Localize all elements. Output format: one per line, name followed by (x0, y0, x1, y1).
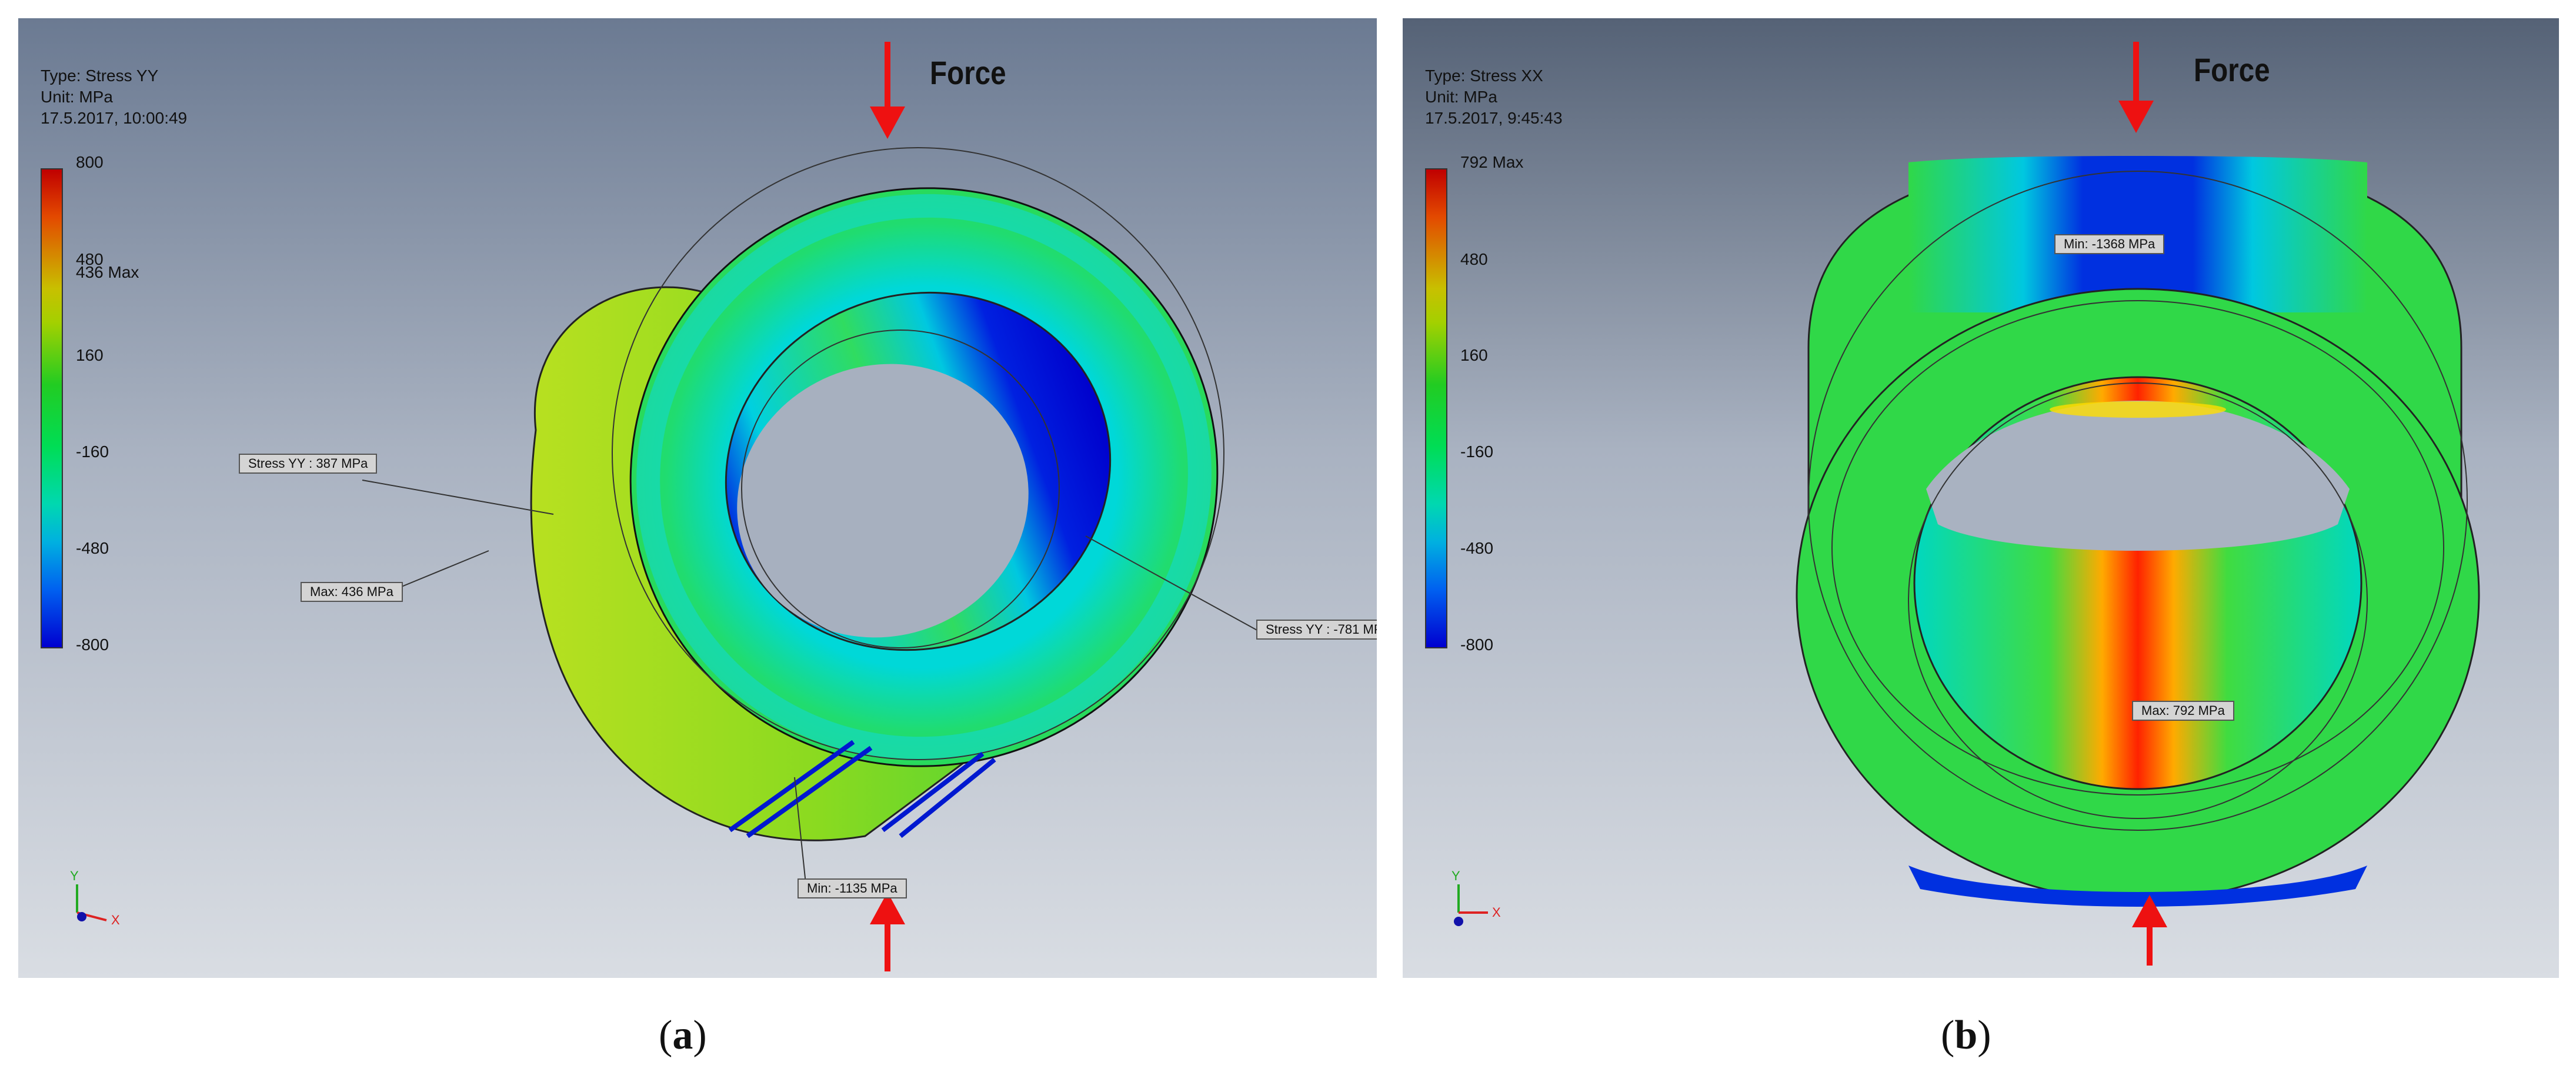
legend-tick: 792 Max (1460, 153, 1524, 171)
legend-tick: -480 (76, 539, 109, 557)
panel-b-viewport[interactable] (1403, 18, 2559, 978)
panel-a: Type: Stress YY Unit: MPa 17.5.2017, 10:… (18, 18, 1377, 978)
legend-tick: 160 (76, 346, 104, 364)
max-callout[interactable]: Max: 792 MPa (2132, 701, 2234, 721)
caption-b: (b) (1941, 1013, 1991, 1058)
legend-tick: -800 (76, 635, 109, 654)
min-callout[interactable]: Min: -1368 MPa (2054, 234, 2165, 254)
legend-tick: 160 (1460, 346, 1488, 364)
result-timestamp: 17.5.2017, 10:00:49 (41, 109, 188, 127)
probe-callout[interactable]: Stress YY : 387 MPa (239, 454, 378, 474)
result-timestamp: 17.5.2017, 9:45:43 (1425, 109, 1563, 127)
legend-tick: -800 (1460, 635, 1494, 654)
color-legend-b: 792 Max 480 160 -160 -480 -800 (1425, 151, 1523, 654)
legend-color-bar (1425, 168, 1447, 648)
legend-color-bar (41, 168, 63, 648)
legend-tick: -480 (1460, 539, 1494, 557)
legend-tick: -160 (1460, 442, 1494, 461)
max-callout[interactable]: Max: 436 MPa (301, 582, 403, 602)
min-callout[interactable]: Min: -1135 MPa (798, 878, 907, 898)
panel-b: Type: Stress XX Unit: MPa 17.5.2017, 9:4… (1403, 18, 2559, 978)
caption-a: (a) (659, 1013, 707, 1058)
color-legend-a: 800 480 436 Max 160 -160 -480 -800 (41, 151, 139, 654)
result-info-b: Type: Stress XX Unit: MPa 17.5.2017, 9:4… (1425, 65, 1563, 129)
legend-tick: -160 (76, 442, 109, 461)
result-type: Type: Stress XX (1425, 66, 1543, 85)
legend-tick: 436 Max (76, 263, 139, 281)
probe-callout[interactable]: Stress YY : -781 MPa (1256, 620, 1377, 640)
caption-letter: b (1954, 1013, 1978, 1058)
force-label: Force (2194, 51, 2270, 88)
result-unit: Unit: MPa (41, 88, 113, 106)
panel-a-viewport[interactable] (18, 18, 1377, 978)
result-type: Type: Stress YY (41, 66, 159, 85)
axis-label-y: Y (70, 868, 79, 883)
axis-label-x: X (1492, 905, 1501, 920)
axis-label-x: X (111, 913, 120, 927)
axis-label-y: Y (1451, 868, 1460, 883)
legend-tick: 800 (76, 153, 104, 171)
force-label: Force (930, 54, 1006, 91)
legend-tick: 480 (1460, 250, 1488, 268)
result-info-a: Type: Stress YY Unit: MPa 17.5.2017, 10:… (41, 65, 187, 129)
result-unit: Unit: MPa (1425, 88, 1497, 106)
stress-model-b (1796, 156, 2480, 907)
caption-letter: a (672, 1013, 693, 1058)
